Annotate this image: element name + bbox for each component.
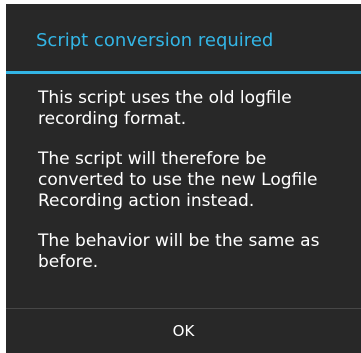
message-paragraph-2: The script will therefore be converted t…	[38, 149, 318, 211]
message-paragraph-3: The behavior will be the same as before.	[38, 231, 320, 272]
ok-button[interactable]: OK	[6, 309, 361, 353]
title-divider	[6, 71, 361, 74]
dialog-message: This script uses the old logfile recordi…	[38, 88, 350, 292]
script-conversion-dialog: Script conversion required This script u…	[6, 4, 361, 353]
message-paragraph-1: This script uses the old logfile recordi…	[38, 88, 292, 129]
dialog-title: Script conversion required	[36, 30, 274, 51]
